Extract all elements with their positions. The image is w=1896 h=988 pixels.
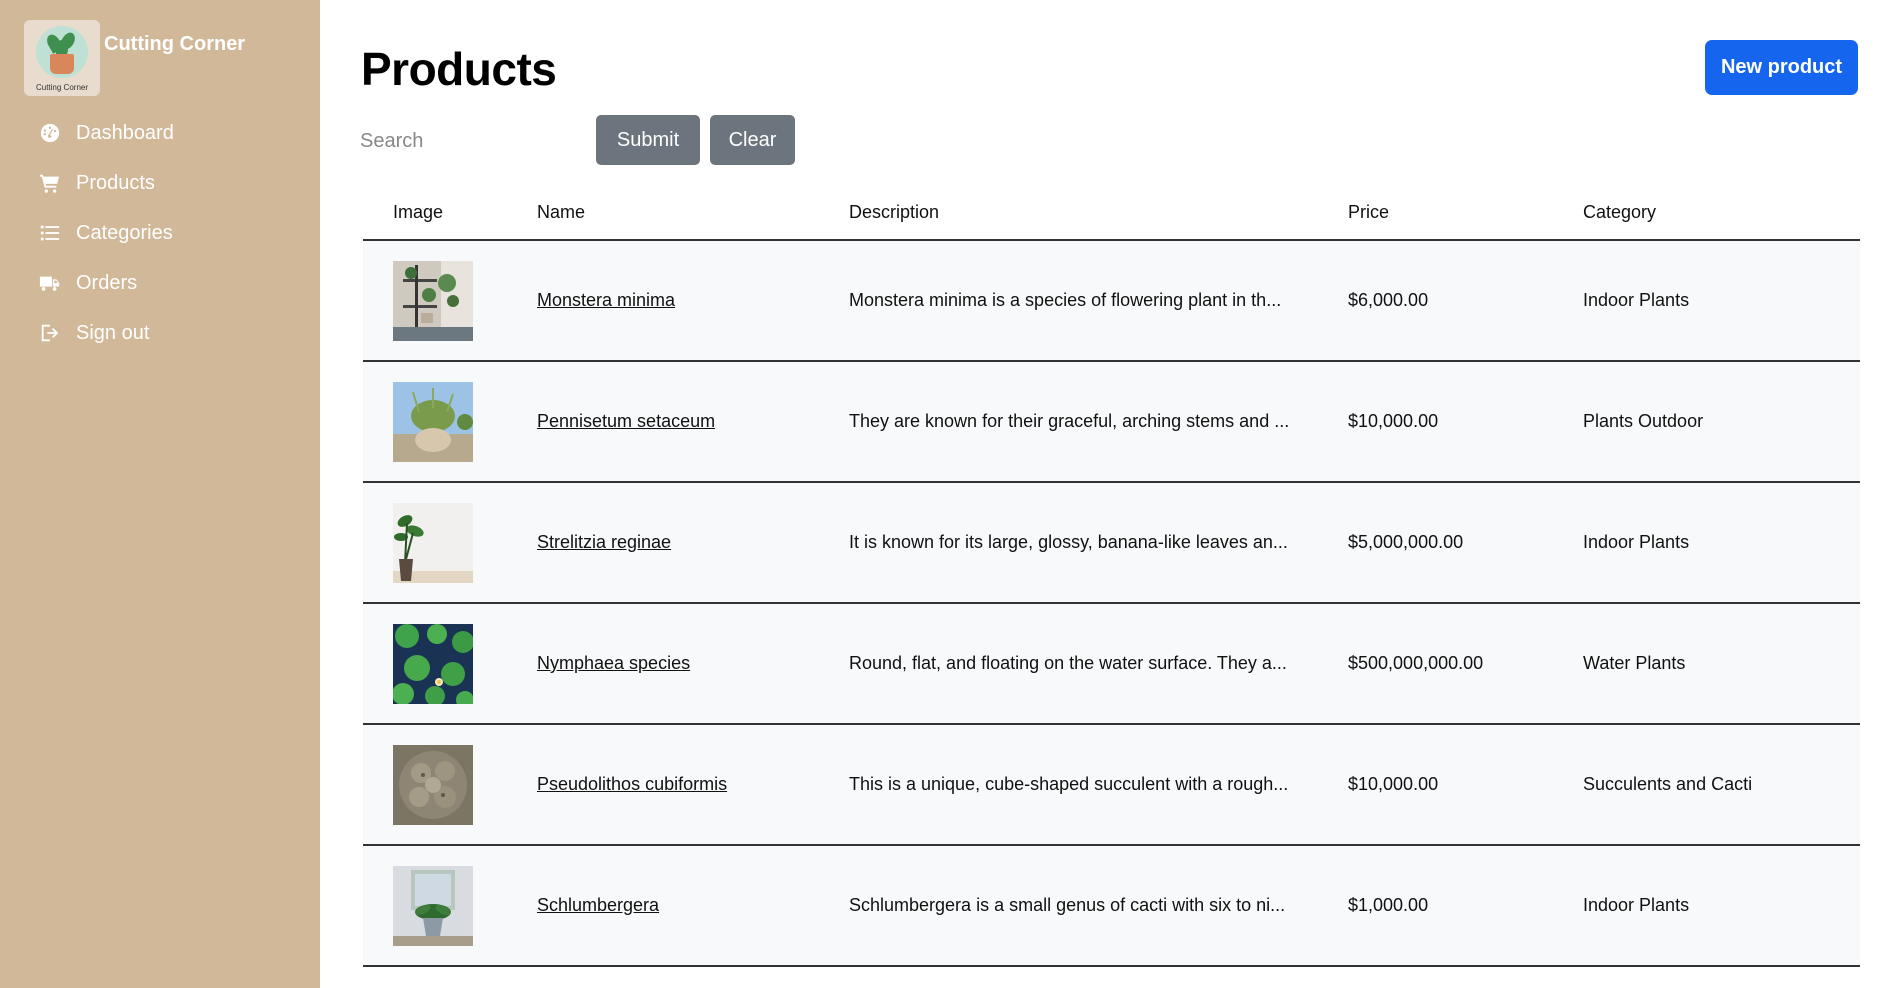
search-input[interactable] xyxy=(360,118,590,164)
column-header-category: Category xyxy=(1583,201,1657,222)
product-description: It is known for its large, glossy, banan… xyxy=(849,532,1288,552)
cart-icon xyxy=(38,171,62,195)
table-row: Pennisetum setaceum They are known for t… xyxy=(363,362,1860,483)
sidebar-item-dashboard[interactable]: Dashboard xyxy=(38,108,174,158)
column-header-description: Description xyxy=(849,201,940,222)
new-product-button[interactable]: New product xyxy=(1705,40,1858,95)
products-table: Image Name Description Price Category Mo… xyxy=(363,185,1860,967)
product-name-link[interactable]: Monstera minima xyxy=(537,290,675,310)
product-image[interactable] xyxy=(393,744,473,825)
table-row: Monstera minima Monstera minima is a spe… xyxy=(363,241,1860,362)
brand-logo: Cutting Corner xyxy=(24,20,100,96)
table-row: Pseudolithos cubiformis This is a unique… xyxy=(363,725,1860,846)
table-row: Nymphaea species Round, flat, and floati… xyxy=(363,604,1860,725)
product-name-link[interactable]: Schlumbergera xyxy=(537,895,659,915)
table-row: Schlumbergera Schlumbergera is a small g… xyxy=(363,846,1860,967)
brand-name: Cutting Corner xyxy=(104,32,246,55)
sidebar-item-categories[interactable]: Categories xyxy=(38,208,174,258)
column-header-name: Name xyxy=(537,201,586,222)
truck-icon xyxy=(38,271,62,295)
brand[interactable]: Cutting Corner Cutting Corner xyxy=(24,20,245,96)
product-description: Schlumbergera is a small genus of cacti … xyxy=(849,895,1286,915)
product-category: Indoor Plants xyxy=(1583,895,1690,915)
product-description: Round, flat, and floating on the water s… xyxy=(849,653,1287,673)
product-image[interactable] xyxy=(393,381,473,462)
product-name-link[interactable]: Pseudolithos cubiformis xyxy=(537,774,727,794)
product-category: Indoor Plants xyxy=(1583,532,1690,552)
product-category: Water Plants xyxy=(1583,653,1686,673)
clear-button[interactable]: Clear xyxy=(710,115,795,165)
product-image[interactable] xyxy=(393,260,473,341)
product-name-link[interactable]: Nymphaea species xyxy=(537,653,690,673)
sidebar-item-label: Orders xyxy=(76,271,138,294)
column-header-price: Price xyxy=(1348,201,1390,222)
sidebar-item-label: Sign out xyxy=(76,321,150,344)
product-name-link[interactable]: Strelitzia reginae xyxy=(537,532,671,552)
product-image[interactable] xyxy=(393,623,473,704)
product-category: Plants Outdoor xyxy=(1583,411,1704,431)
table-header: Image Name Description Price Category xyxy=(363,185,1860,241)
submit-button[interactable]: Submit xyxy=(596,115,700,165)
product-price: $5,000,000.00 xyxy=(1348,532,1464,552)
product-description: They are known for their graceful, archi… xyxy=(849,411,1290,431)
column-header-image: Image xyxy=(393,201,444,222)
gauge-icon xyxy=(38,121,62,145)
product-description: Monstera minima is a species of flowerin… xyxy=(849,290,1282,310)
list-icon xyxy=(38,221,62,245)
sidebar-item-label: Categories xyxy=(76,221,173,244)
sign-out-icon xyxy=(38,321,62,345)
page-title: Products xyxy=(361,43,557,95)
sidebar: Cutting Corner Cutting Corner Dashboard … xyxy=(0,0,320,988)
product-category: Indoor Plants xyxy=(1583,290,1690,310)
product-description: This is a unique, cube-shaped succulent … xyxy=(849,774,1289,794)
sidebar-nav: Dashboard Products Categories Orders Sig… xyxy=(38,108,174,358)
product-price: $10,000.00 xyxy=(1348,411,1439,431)
product-price: $1,000.00 xyxy=(1348,895,1429,915)
product-category: Succulents and Cacti xyxy=(1583,774,1753,794)
product-price: $10,000.00 xyxy=(1348,774,1439,794)
sidebar-item-label: Dashboard xyxy=(76,121,174,144)
sidebar-item-orders[interactable]: Orders xyxy=(38,258,174,308)
product-image[interactable] xyxy=(393,865,473,946)
product-name-link[interactable]: Pennisetum setaceum xyxy=(537,411,715,431)
table-row: Strelitzia reginae It is known for its l… xyxy=(363,483,1860,604)
sidebar-item-sign-out[interactable]: Sign out xyxy=(38,308,174,358)
product-price: $6,000.00 xyxy=(1348,290,1429,310)
sidebar-item-label: Products xyxy=(76,171,155,194)
product-image[interactable] xyxy=(393,502,473,583)
product-price: $500,000,000.00 xyxy=(1348,653,1484,673)
sidebar-item-products[interactable]: Products xyxy=(38,158,174,208)
